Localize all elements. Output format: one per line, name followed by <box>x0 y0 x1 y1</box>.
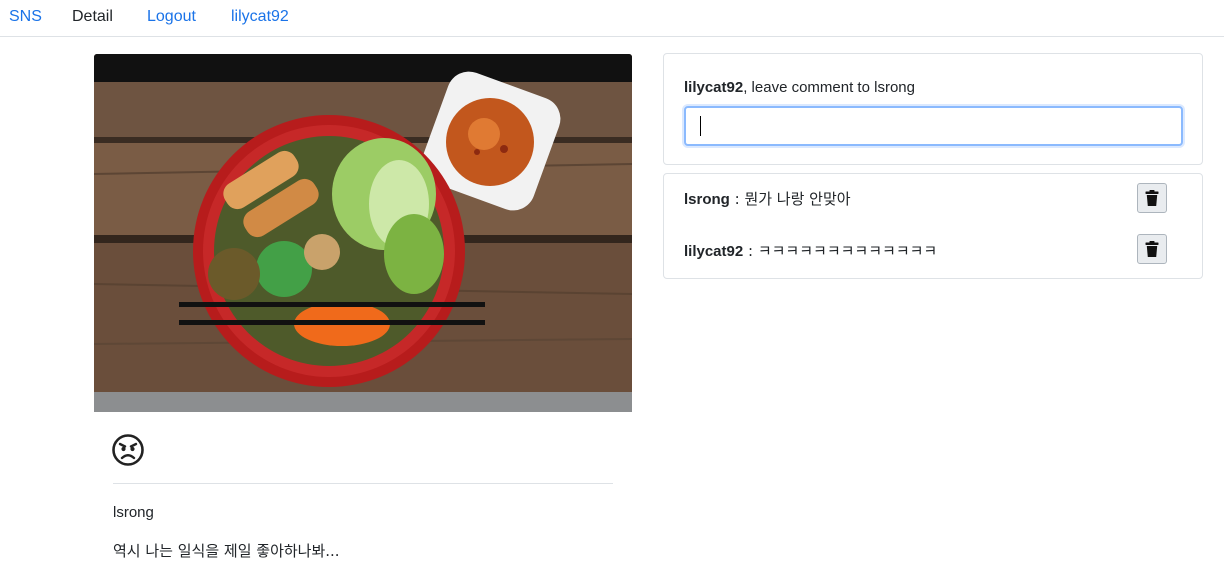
comment-input[interactable] <box>684 106 1183 146</box>
comment-separator: : <box>743 242 758 260</box>
delete-comment-button[interactable] <box>1137 183 1167 213</box>
nav-user-link[interactable]: lilycat92 <box>231 8 289 26</box>
comment-item: lsrong : 뭔가 나랑 안맞아 <box>684 190 851 209</box>
trash-icon <box>1145 190 1159 206</box>
post-text: 역시 나는 일식을 제일 좋아하나봐... <box>113 542 340 560</box>
comment-prompt-user: lilycat92 <box>684 79 744 96</box>
comment-item: lilycat92 : ㅋㅋㅋㅋㅋㅋㅋㅋㅋㅋㅋㅋㅋ <box>684 242 937 261</box>
nav-logout-link[interactable]: Logout <box>147 8 196 26</box>
comment-prompt-text: , leave comment to lsrong <box>743 79 915 96</box>
text-caret <box>700 116 701 136</box>
comment-separator: : <box>729 190 745 208</box>
navbar: SNS Detail Logout lilycat92 <box>0 0 1224 37</box>
post-image <box>94 54 632 412</box>
angry-face-icon <box>111 433 145 467</box>
brand-link[interactable]: SNS <box>9 8 42 26</box>
comment-form-card: lilycat92, leave comment to lsrong <box>663 53 1203 165</box>
nav-detail-link[interactable]: Detail <box>72 8 113 26</box>
delete-comment-button[interactable] <box>1137 234 1167 264</box>
post-author: lsrong <box>113 504 154 521</box>
comment-author: lilycat92 <box>684 243 744 260</box>
comment-text: ㅋㅋㅋㅋㅋㅋㅋㅋㅋㅋㅋㅋㅋ <box>757 242 938 260</box>
comment-author: lsrong <box>684 191 730 208</box>
comment-text: 뭔가 나랑 안맞아 <box>744 190 851 208</box>
comment-list-card: lsrong : 뭔가 나랑 안맞아 lilycat92 : ㅋㅋㅋㅋㅋㅋㅋㅋㅋ… <box>663 173 1203 279</box>
post-divider <box>113 483 613 484</box>
trash-icon <box>1145 241 1159 257</box>
comment-prompt: lilycat92, leave comment to lsrong <box>684 79 915 97</box>
